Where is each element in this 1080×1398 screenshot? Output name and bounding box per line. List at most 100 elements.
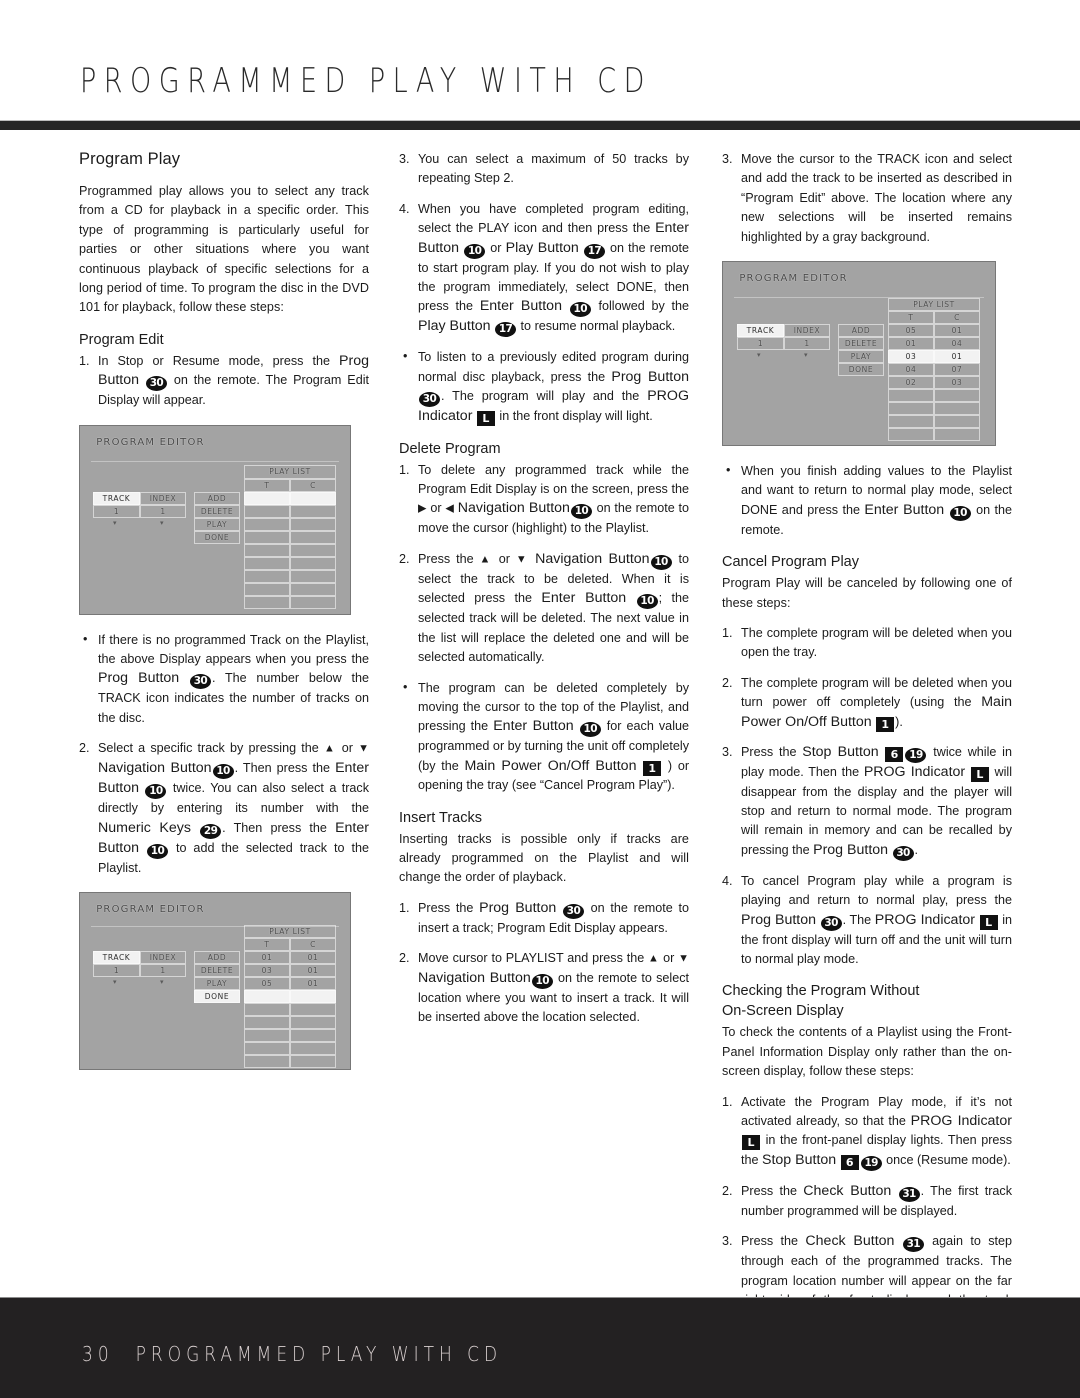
subheading-delete-program: Delete Program (399, 440, 501, 457)
bullet-item: • To listen to a previously edited progra… (399, 348, 689, 427)
osd-index-down-arrow: ▾ (804, 351, 808, 360)
osd-playlist-title: PLAY LIST (244, 925, 336, 938)
osd-index-value: 1 (140, 964, 186, 977)
badge-main-power: 1 (876, 716, 895, 732)
step-number: 3. (722, 745, 733, 760)
osd-playlist-cell: 05 (244, 977, 290, 990)
subheading-checking-program-line1: Checking the Program Without (722, 983, 920, 1000)
osd-playlist-cell (888, 415, 934, 429)
section-heading-program-play: Program Play (79, 150, 181, 168)
osd-index-value: 1 (140, 504, 186, 518)
osd-track-down-arrow: ▾ (113, 518, 117, 527)
step-item: 2. Select a specific track by pressing th… (79, 739, 369, 878)
badge-enter: 10 (145, 784, 167, 800)
step-text-a: When you have completed program editing,… (418, 201, 689, 236)
insert-tracks-steps-cont: 3. Move the cursor to the TRACK icon and … (722, 150, 1012, 247)
osd-playlist-cell: 01 (290, 977, 336, 990)
osd-playlist-cell (290, 990, 336, 1003)
prog-button-label: Prog Button (813, 841, 889, 858)
step-item: 3. You can select a maximum of 50 tracks … (399, 150, 689, 189)
badge-check: 31 (902, 1237, 924, 1253)
step-text-b: ). (895, 714, 903, 729)
osd-playlist-cell: 07 (934, 363, 980, 377)
osd-program-editor-empty: PROGRAM EDITOR TRACK INDEX 1 1 ▾ ▾ ADD D… (79, 424, 351, 615)
osd-playlist-cell (244, 1055, 290, 1068)
badge-main-power: 1 (643, 760, 662, 776)
osd-menu-delete: DELETE (194, 504, 240, 518)
step-number: 3. (722, 152, 733, 166)
osd-playlist-cell (934, 415, 980, 429)
conjunction: or (336, 741, 359, 756)
osd-track-down-arrow: ▾ (757, 351, 761, 360)
footer-title: PROGRAMMED PLAY WITH CD (135, 1343, 503, 1367)
osd-divider (90, 461, 340, 463)
osd-playlist-cell: 03 (888, 350, 934, 364)
osd-playlist-cell: 01 (934, 350, 980, 364)
badge-prog: 30 (189, 674, 211, 690)
enter-button-label: Enter Button (541, 590, 627, 607)
badge-play: 17 (583, 243, 605, 259)
step-text-a: Press the (418, 551, 480, 566)
osd-playlist-cell (244, 504, 290, 518)
osd-playlist-cell (244, 1042, 290, 1055)
osd-playlist-cell (290, 543, 336, 557)
osd-playlist-cell (244, 569, 290, 583)
badge-enter: 10 (569, 302, 591, 318)
step-number: 2. (722, 675, 733, 690)
main-power-button-label: Main Power On/Off Button (464, 757, 637, 774)
step-number: 1. (79, 353, 90, 368)
osd-program-editor-inserting: PROGRAM EDITOR TRACK INDEX 1 1 ▾ ▾ ADD D… (722, 261, 996, 447)
badge-nav: 10 (531, 974, 553, 990)
prog-button-label: Prog Button (611, 368, 689, 385)
prog-button-label: Prog Button (479, 899, 557, 916)
osd-playlist-cell (290, 530, 336, 544)
osd-playlist-cell (290, 1016, 336, 1029)
delete-program-steps: 1. To delete any programmed track while t… (399, 461, 689, 668)
badge-nav: 10 (570, 504, 592, 520)
column-3: 3. Move the cursor to the TRACK icon and … (722, 150, 1012, 1330)
program-edit-steps: 1. In Stop or Resume mode, press the Prog… (79, 352, 369, 411)
osd-playlist-cell (888, 389, 934, 403)
step-number: 2. (79, 741, 90, 756)
arrow-down-icon: ▼ (358, 742, 369, 755)
osd-playlist-cell: 05 (888, 324, 934, 338)
step-number: 3. (399, 152, 410, 166)
conjunction: or (492, 551, 516, 566)
enter-button-label: Enter Button (479, 298, 562, 315)
prog-indicator-label: PROG Indicator (874, 911, 976, 928)
osd-playlist-cell (290, 595, 336, 609)
osd-index-down-arrow: ▾ (160, 978, 164, 986)
step-text-a: Press the (741, 1234, 806, 1249)
prog-button-label: Prog Button (98, 670, 180, 687)
step-item: 1. Activate the Program Play mode, if it’… (722, 1093, 1012, 1171)
arrow-up-icon: ▲ (323, 742, 337, 755)
conjunction: or (659, 951, 679, 966)
step-number: 4. (722, 873, 733, 888)
osd-playlist-cell: 04 (934, 337, 980, 351)
osd-menu-delete: DELETE (194, 964, 240, 977)
step-text-d: followed by the (591, 299, 690, 314)
program-play-intro: Programmed play allows you to select any… (79, 184, 369, 315)
osd-menu-done: DONE (194, 990, 240, 1003)
osd-menu-play: PLAY (194, 977, 240, 990)
column-1: Program Play Programmed play allows you … (79, 150, 369, 1086)
osd-track-label: TRACK (93, 951, 140, 964)
badge-prog: 30 (892, 845, 914, 861)
osd-playlist-header-c: C (290, 478, 336, 492)
step-item: 4. When you have completed program editin… (399, 200, 689, 338)
program-edit-steps-3: 3. You can select a maximum of 50 tracks … (399, 150, 689, 338)
osd-track-value: 1 (737, 337, 784, 351)
column-2: 3. You can select a maximum of 50 tracks … (399, 150, 689, 1028)
osd-playlist-cell (290, 582, 336, 596)
step-item: 1. To delete any programmed track while t… (399, 461, 689, 539)
osd-title: PROGRAM EDITOR (96, 436, 205, 448)
osd-playlist-cell (244, 595, 290, 609)
osd-track-label: TRACK (737, 324, 784, 338)
badge-nav: 10 (212, 764, 234, 780)
osd-index-label: INDEX (140, 491, 186, 505)
subheading-insert-tracks: Insert Tracks (399, 809, 482, 826)
check-button-label: Check Button (803, 1182, 892, 1199)
prog-button-label: Prog Button (741, 911, 817, 928)
badge-prog-indicator: L (970, 767, 989, 783)
osd-playlist-cell: 01 (290, 964, 336, 977)
